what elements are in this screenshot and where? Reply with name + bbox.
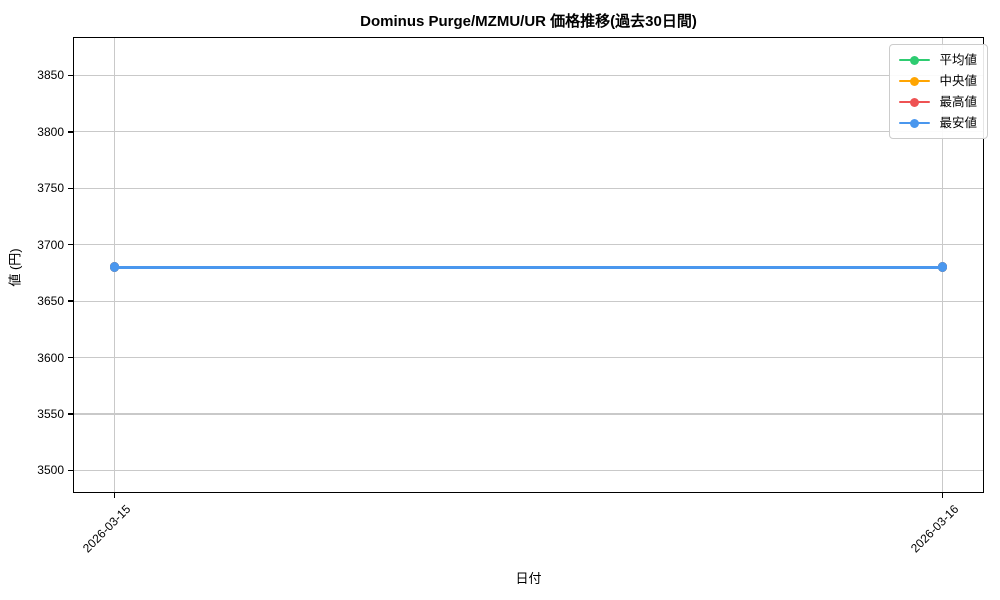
h-gridline (73, 469, 984, 471)
x-tick-label: 2026-03-15 (79, 502, 134, 556)
y-tick-label: 3500 (37, 463, 64, 478)
h-gridline (73, 356, 984, 359)
y-axis-label: 値 (円) (7, 248, 23, 287)
y-tick-mark (68, 74, 73, 77)
y-tick-label: 3750 (37, 181, 64, 196)
legend-label: 最高値 (939, 95, 977, 109)
y-tick-mark (68, 356, 73, 359)
legend-line-marker-icon (899, 97, 931, 107)
y-tick-label: 3850 (37, 68, 64, 83)
series-line-最安値 (114, 266, 943, 269)
chart-title: Dominus Purge/MZMU/UR 価格推移(過去30日間) (360, 13, 697, 30)
legend-entry: 最高値 (899, 94, 977, 110)
legend-label: 平均値 (939, 53, 977, 67)
x-tick-mark (113, 493, 116, 498)
x-tick-mark (941, 493, 944, 498)
plot-border (73, 37, 984, 493)
legend-label: 中央値 (939, 74, 977, 88)
h-gridline (73, 300, 984, 302)
h-gridline (73, 413, 984, 415)
legend-entry: 中央値 (899, 73, 977, 89)
y-tick-mark (68, 413, 73, 415)
h-gridline (73, 131, 984, 133)
x-tick-label: 2026-03-16 (908, 502, 962, 556)
h-gridline (73, 187, 984, 189)
legend: 平均値中央値最高値最安値 (889, 44, 988, 139)
price-history-chart: Dominus Purge/MZMU/UR 価格推移(過去30日間) 3500 3… (0, 0, 1000, 600)
y-tick-mark (68, 187, 73, 189)
y-tick-label: 3800 (37, 124, 64, 139)
h-gridline (73, 74, 984, 76)
y-tick-mark (68, 300, 73, 302)
legend-entry: 平均値 (899, 52, 977, 68)
legend-line-marker-icon (899, 55, 931, 65)
y-tick-mark (68, 469, 73, 472)
data-point-marker (109, 262, 120, 273)
y-tick-label: 3600 (37, 350, 64, 365)
legend-entry: 最安値 (899, 115, 977, 131)
data-point-marker (937, 262, 948, 273)
legend-label: 最安値 (939, 116, 977, 130)
h-gridline (73, 244, 984, 246)
legend-line-marker-icon (899, 76, 931, 86)
y-tick-label: 3550 (37, 406, 64, 421)
x-axis-label: 日付 (515, 571, 542, 586)
legend-line-marker-icon (899, 118, 931, 128)
y-tick-mark (68, 131, 73, 133)
y-tick-mark (68, 243, 73, 246)
